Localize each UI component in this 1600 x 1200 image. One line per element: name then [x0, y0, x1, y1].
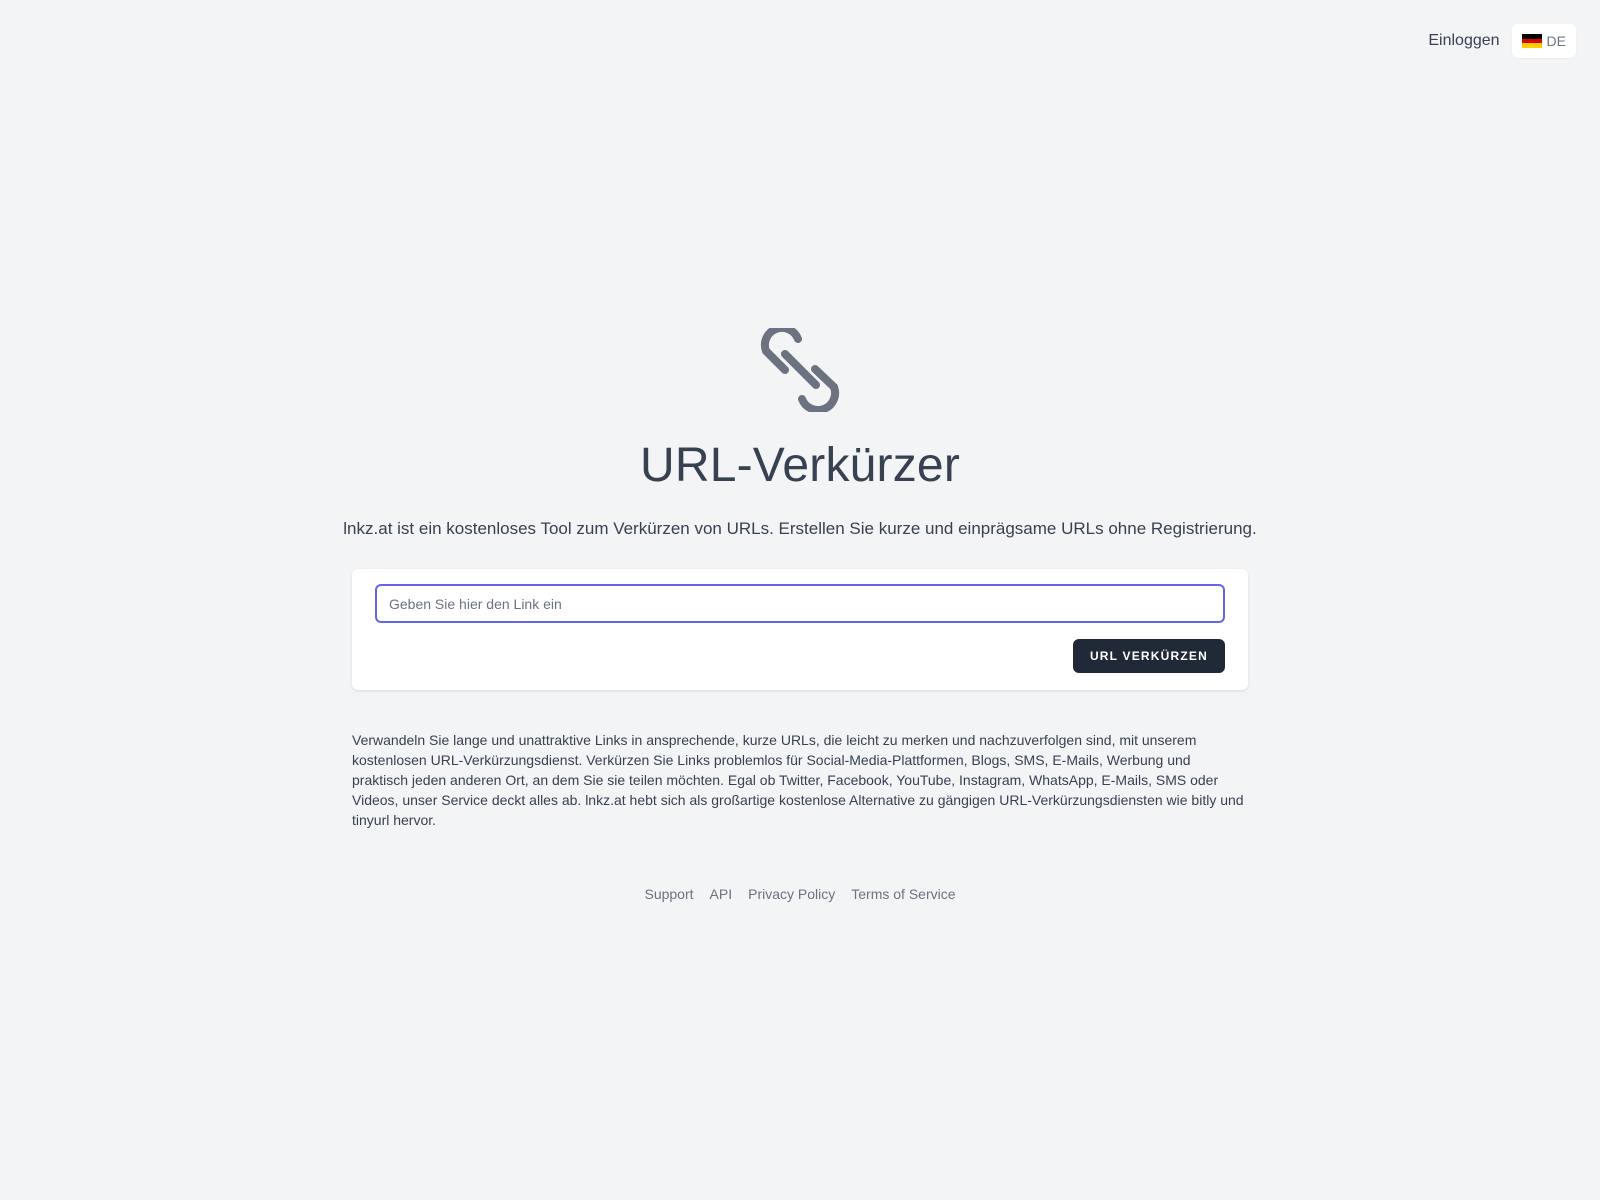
url-input[interactable]	[375, 584, 1225, 623]
footer-link-api[interactable]: API	[710, 886, 733, 902]
link-icon	[760, 328, 840, 412]
footer-links: Support API Privacy Policy Terms of Serv…	[644, 886, 955, 902]
service-description: Verwandeln Sie lange und unattraktive Li…	[352, 732, 1244, 828]
language-code: DE	[1546, 33, 1566, 49]
shortener-card: URL verkürzen	[352, 569, 1248, 690]
main-content: URL-Verkürzer lnkz.at ist ein kostenlose…	[0, 328, 1600, 902]
shorten-url-button[interactable]: URL verkürzen	[1072, 639, 1225, 673]
top-navigation: Einloggen DE	[1428, 24, 1576, 58]
page-subtitle: lnkz.at ist ein kostenloses Tool zum Ver…	[343, 519, 1257, 538]
card-actions: URL verkürzen	[375, 639, 1225, 673]
page-title: URL-Verkürzer	[639, 439, 960, 492]
login-link[interactable]: Einloggen	[1428, 32, 1499, 50]
language-switcher[interactable]: DE	[1511, 24, 1576, 58]
footer-link-terms-of-service[interactable]: Terms of Service	[851, 886, 955, 902]
german-flag-icon	[1521, 34, 1542, 49]
footer-link-privacy-policy[interactable]: Privacy Policy	[748, 886, 835, 902]
footer-link-support[interactable]: Support	[644, 886, 693, 902]
